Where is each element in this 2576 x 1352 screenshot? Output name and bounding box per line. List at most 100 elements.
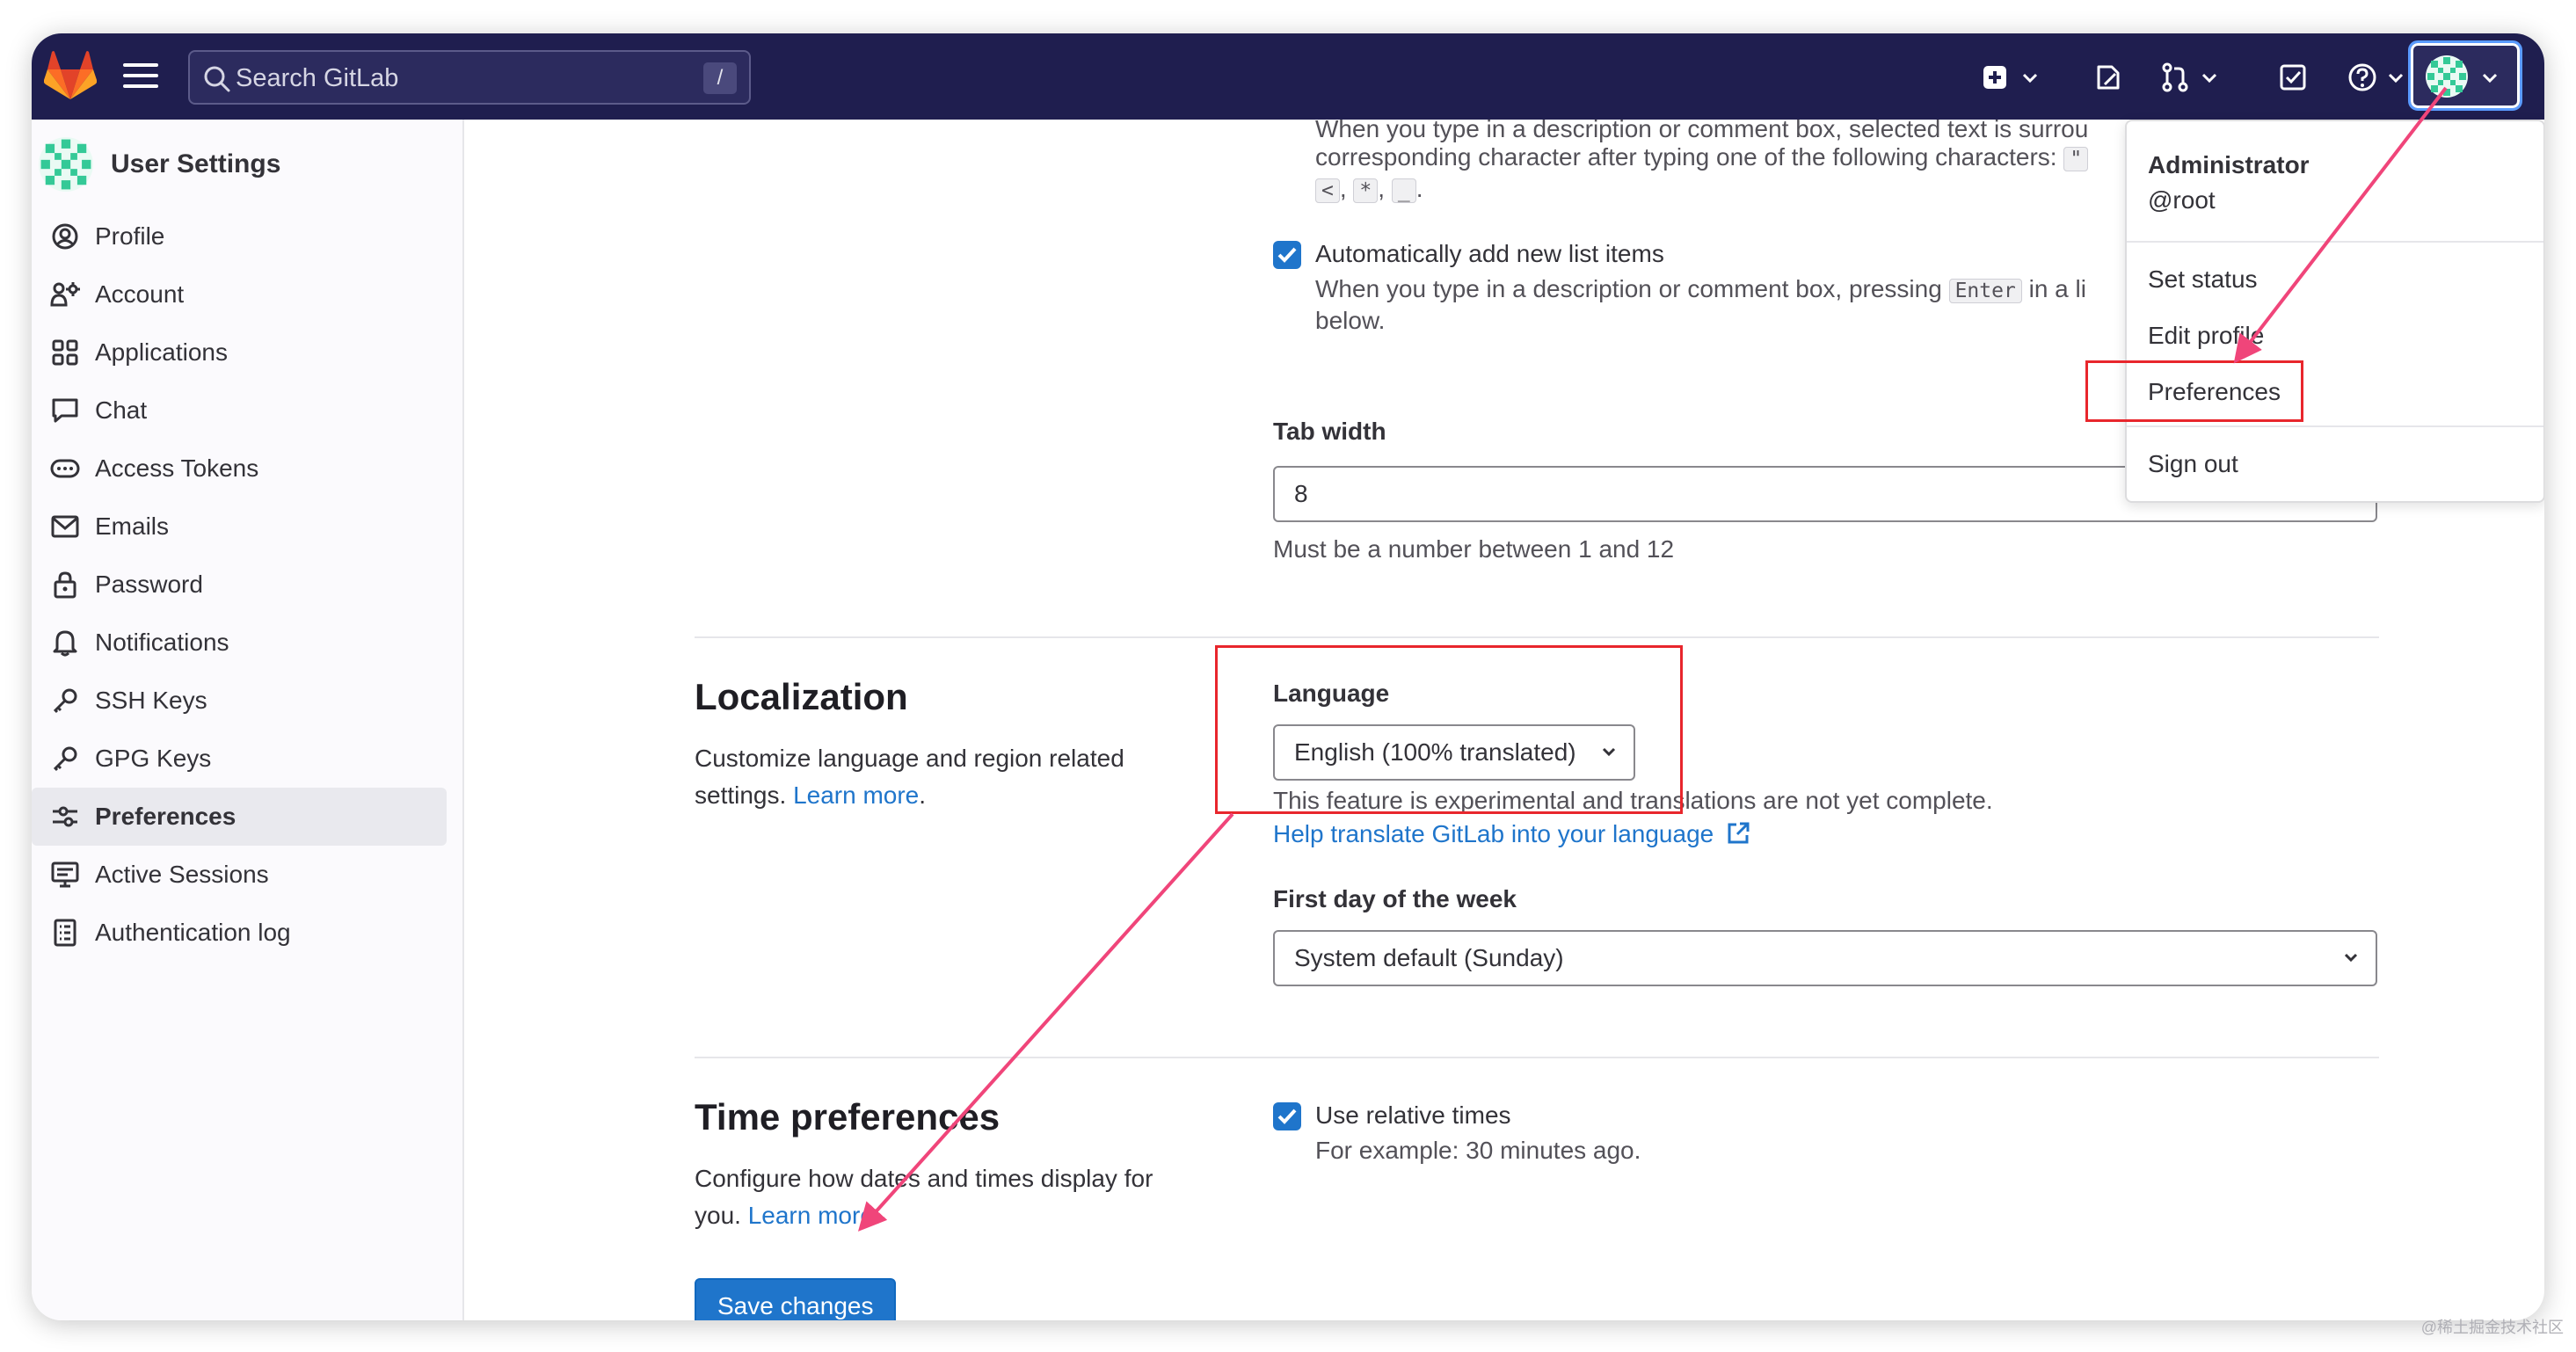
sidebar-item-ssh-keys[interactable]: SSH Keys xyxy=(32,672,462,730)
issues-icon xyxy=(2097,65,2120,90)
sidebar-item-profile[interactable]: Profile xyxy=(32,207,462,265)
sidebar-item-label: Authentication log xyxy=(95,919,291,946)
sidebar-item-access-tokens[interactable]: Access Tokens xyxy=(32,440,462,498)
sidebar-item-label: Chat xyxy=(95,396,148,424)
help-button[interactable] xyxy=(2347,58,2405,97)
search-input[interactable] xyxy=(236,61,675,96)
plus-square-icon xyxy=(1983,66,2006,89)
external-link-icon xyxy=(1728,822,1750,844)
sidebar-item-label: Access Tokens xyxy=(95,454,259,482)
sidebar-item-authentication-log[interactable]: Authentication log xyxy=(32,904,462,962)
surround-description-line1: When you type in a description or commen… xyxy=(1315,120,2089,142)
sidebar-item-label: Emails xyxy=(95,512,170,540)
bell-icon xyxy=(53,630,77,657)
create-new-button[interactable] xyxy=(1982,58,2040,97)
sidebar-item-label: SSH Keys xyxy=(95,687,207,714)
user-menu-button[interactable] xyxy=(2408,40,2522,111)
preferences-icon xyxy=(53,806,77,827)
user-menu-username: @root xyxy=(2148,186,2216,214)
sidebar-item-applications[interactable]: Applications xyxy=(32,323,462,382)
sidebar-item-password[interactable]: Password xyxy=(32,556,462,614)
localization-description-line2: settings. Learn more. xyxy=(695,781,927,809)
menu-hamburger-icon[interactable] xyxy=(123,63,158,91)
save-changes-button[interactable]: Save changes xyxy=(695,1278,897,1320)
token-icon xyxy=(50,459,80,478)
sidebar-item-label: Password xyxy=(95,571,203,598)
auto-list-description-line2: below. xyxy=(1315,307,1386,334)
avatar xyxy=(39,137,93,192)
menu-item-set-status[interactable]: Set status xyxy=(2148,265,2258,294)
profile-icon xyxy=(52,223,78,250)
surround-characters: <, *, _. xyxy=(1315,174,1423,206)
merge-request-icon xyxy=(2162,62,2188,92)
sidebar-item-notifications[interactable]: Notifications xyxy=(32,614,462,672)
menu-item-edit-profile[interactable]: Edit profile xyxy=(2148,322,2264,350)
relative-times-checkbox[interactable] xyxy=(1273,1102,1301,1130)
auto-list-label: Automatically add new list items xyxy=(1315,240,1664,267)
time-description-line1: Configure how dates and times display fo… xyxy=(695,1165,1153,1192)
menu-item-sign-out[interactable]: Sign out xyxy=(2148,450,2238,478)
sidebar-item-gpg-keys[interactable]: GPG Keys xyxy=(32,730,462,788)
sidebar-item-label: Profile xyxy=(95,222,165,250)
monitor-icon xyxy=(51,861,79,888)
preferences-highlight-box xyxy=(2085,360,2303,422)
avatar xyxy=(2426,55,2468,98)
language-highlight-box xyxy=(1215,645,1683,814)
watermark-text: @稀土掘金技术社区 xyxy=(2420,1319,2564,1336)
settings-sidebar: User Settings Profile Account Applicatio… xyxy=(32,120,464,1320)
sidebar-item-preferences[interactable]: Preferences xyxy=(32,788,447,846)
sidebar-item-label: Notifications xyxy=(95,629,229,656)
sidebar-item-label: Applications xyxy=(95,338,228,366)
time-learn-more-link[interactable]: Learn more xyxy=(748,1202,874,1229)
surround-description-line2: corresponding character after typing one… xyxy=(1315,142,2089,174)
menu-divider xyxy=(2127,425,2543,427)
chevron-down-icon xyxy=(2388,73,2404,84)
localization-learn-more-link[interactable]: Learn more xyxy=(793,781,919,809)
log-icon xyxy=(54,919,76,947)
help-icon xyxy=(2348,63,2376,91)
time-preferences-heading: Time preferences xyxy=(695,1096,1001,1138)
auto-list-checkbox[interactable] xyxy=(1273,241,1301,269)
gitlab-logo-icon[interactable] xyxy=(44,51,97,102)
todo-button[interactable] xyxy=(2279,58,2307,97)
chevron-down-icon xyxy=(2022,73,2038,84)
search-icon xyxy=(204,66,230,92)
tab-width-help: Must be a number between 1 and 12 xyxy=(1273,535,1675,563)
sidebar-header[interactable]: User Settings xyxy=(39,134,280,195)
user-menu-name: Administrator xyxy=(2148,151,2310,178)
todo-icon xyxy=(2280,64,2306,91)
account-icon xyxy=(50,282,80,307)
chevron-down-icon xyxy=(2344,953,2358,963)
key-icon xyxy=(53,746,77,772)
sidebar-item-chat[interactable]: Chat xyxy=(32,382,462,440)
browser-window: / xyxy=(32,33,2544,1320)
chevron-down-icon xyxy=(2482,73,2498,84)
user-menu-dropdown: Administrator @root Set status Edit prof… xyxy=(2125,120,2544,503)
lock-icon xyxy=(54,571,76,599)
sidebar-item-account[interactable]: Account xyxy=(32,265,462,323)
first-day-select-value: System default (Sunday) xyxy=(1294,944,1564,971)
relative-times-label: Use relative times xyxy=(1315,1101,1511,1129)
section-divider xyxy=(695,1057,2379,1058)
tab-width-label: Tab width xyxy=(1273,418,1386,445)
search-box[interactable]: / xyxy=(188,50,751,105)
applications-icon xyxy=(52,339,78,366)
translate-gitlab-link[interactable]: Help translate GitLab into your language xyxy=(1273,819,1750,849)
sidebar-item-label: Account xyxy=(95,280,185,308)
auto-list-description: When you type in a description or commen… xyxy=(1315,275,2086,303)
sidebar-item-label: Preferences xyxy=(95,803,236,830)
first-day-select[interactable]: System default (Sunday) xyxy=(1273,930,2377,986)
relative-times-example: For example: 30 minutes ago. xyxy=(1315,1137,1641,1164)
sidebar-item-emails[interactable]: Emails xyxy=(32,498,462,556)
issues-button[interactable] xyxy=(2094,58,2122,97)
top-navbar: / xyxy=(32,33,2544,120)
email-icon xyxy=(51,515,79,538)
key-icon xyxy=(53,688,77,714)
sidebar-item-active-sessions[interactable]: Active Sessions xyxy=(32,846,462,904)
chevron-down-icon xyxy=(2201,73,2217,84)
search-shortcut-badge: / xyxy=(703,62,737,94)
localization-description-line1: Customize language and region related xyxy=(695,745,1124,772)
merge-requests-button[interactable] xyxy=(2161,58,2219,97)
first-day-label: First day of the week xyxy=(1273,885,1517,912)
time-description-line2: you. Learn more. xyxy=(695,1202,881,1229)
